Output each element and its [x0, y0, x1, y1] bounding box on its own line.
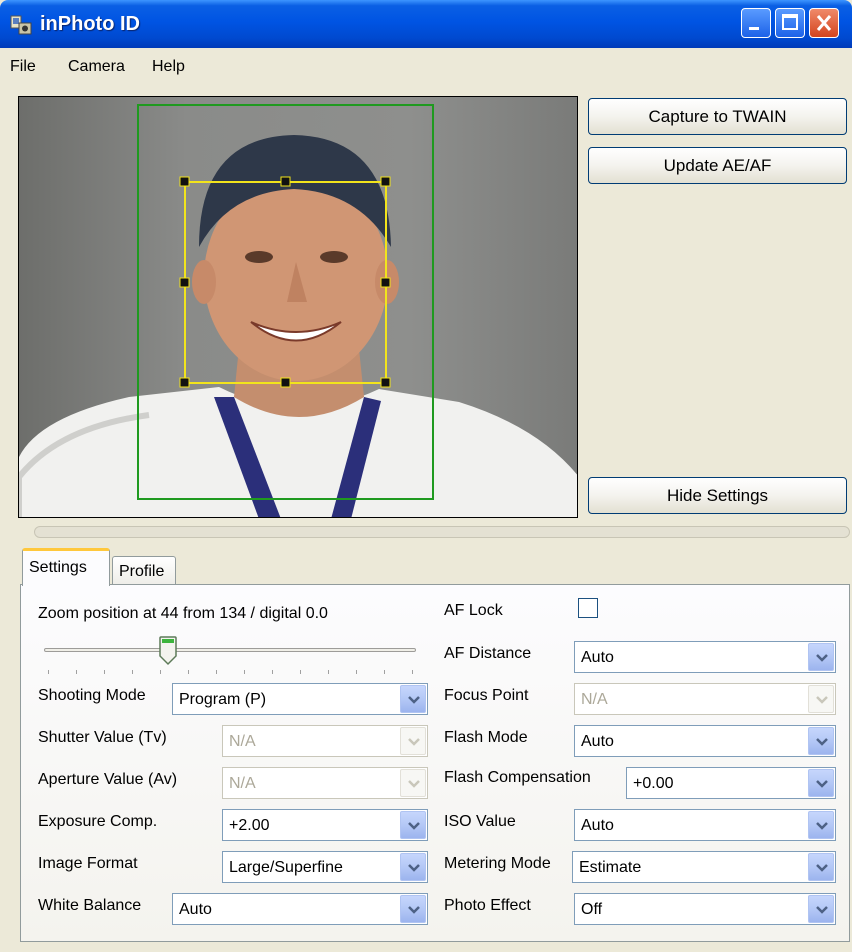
- af-lock-label: AF Lock: [444, 602, 503, 619]
- aperture-value-label: Aperture Value (Av): [38, 771, 178, 788]
- preview-image: [19, 104, 577, 517]
- menu-camera[interactable]: Camera: [68, 58, 125, 76]
- slider-tick: [244, 670, 245, 674]
- shooting-mode-label: Shooting Mode: [38, 687, 146, 704]
- focus-point-select[interactable]: N/A: [574, 683, 836, 715]
- slider-tick: [76, 670, 77, 674]
- image-format-select[interactable]: Large/Superfine: [222, 851, 428, 883]
- zoom-slider-track[interactable]: [44, 648, 416, 652]
- slider-tick: [328, 670, 329, 674]
- resize-handle[interactable]: [380, 377, 391, 388]
- focus-point-label: Focus Point: [444, 687, 529, 704]
- flash-compensation-select[interactable]: +0.00: [626, 767, 836, 799]
- chevron-down-icon: [808, 643, 834, 671]
- slider-tick: [48, 670, 49, 674]
- chevron-down-icon: [400, 727, 426, 755]
- chevron-down-icon: [400, 811, 426, 839]
- tab-settings[interactable]: Settings: [22, 548, 110, 586]
- zoom-slider-thumb[interactable]: [159, 636, 177, 671]
- resize-handle[interactable]: [179, 377, 190, 388]
- chevron-down-icon: [808, 811, 834, 839]
- camera-preview[interactable]: [18, 96, 578, 518]
- resize-handle[interactable]: [280, 176, 291, 187]
- resize-handle[interactable]: [179, 176, 190, 187]
- camera-app-icon: [10, 14, 32, 36]
- photo-effect-select[interactable]: Off: [574, 893, 836, 925]
- minimize-button[interactable]: [741, 8, 771, 38]
- flash-mode-select[interactable]: Auto: [574, 725, 836, 757]
- chevron-down-icon: [808, 727, 834, 755]
- menu-help[interactable]: Help: [152, 58, 185, 76]
- aperture-value-select[interactable]: N/A: [222, 767, 428, 799]
- slider-tick: [216, 670, 217, 674]
- af-lock-checkbox[interactable]: [578, 598, 598, 618]
- white-balance-label: White Balance: [38, 897, 142, 914]
- resize-handle[interactable]: [280, 377, 291, 388]
- af-distance-select[interactable]: Auto: [574, 641, 836, 673]
- white-balance-select[interactable]: Auto: [172, 893, 428, 925]
- chevron-down-icon: [808, 769, 834, 797]
- slider-tick: [188, 670, 189, 674]
- chevron-down-icon: [808, 853, 834, 881]
- slider-tick: [384, 670, 385, 674]
- image-format-label: Image Format: [38, 855, 138, 872]
- menu-bar: File Camera Help: [0, 48, 852, 86]
- minimize-icon: [749, 27, 759, 30]
- chevron-down-icon: [400, 853, 426, 881]
- title-bar[interactable]: inPhoto ID: [0, 0, 852, 48]
- iso-value-label: ISO Value: [444, 813, 516, 830]
- zoom-label: Zoom position at 44 from 134 / digital 0…: [38, 605, 328, 622]
- slider-tick: [300, 670, 301, 674]
- hide-settings-button[interactable]: Hide Settings: [588, 477, 847, 514]
- slider-tick: [104, 670, 105, 674]
- shooting-mode-select[interactable]: Program (P): [172, 683, 428, 715]
- shutter-value-label: Shutter Value (Tv): [38, 729, 167, 746]
- window-title: inPhoto ID: [40, 13, 140, 35]
- maximize-button[interactable]: [775, 8, 805, 38]
- splitter-bar[interactable]: [34, 526, 850, 538]
- resize-handle[interactable]: [380, 176, 391, 187]
- chevron-down-icon: [400, 769, 426, 797]
- chevron-down-icon: [400, 685, 426, 713]
- menu-file[interactable]: File: [10, 58, 36, 76]
- metering-mode-label: Metering Mode: [444, 855, 551, 872]
- exposure-comp-select[interactable]: +2.00: [222, 809, 428, 841]
- slider-tick: [132, 670, 133, 674]
- photo-effect-label: Photo Effect: [444, 897, 531, 914]
- iso-value-select[interactable]: Auto: [574, 809, 836, 841]
- exposure-comp-label: Exposure Comp.: [38, 813, 158, 830]
- chevron-down-icon: [808, 895, 834, 923]
- slider-tick: [356, 670, 357, 674]
- chevron-down-icon: [400, 895, 426, 923]
- flash-compensation-label: Flash Compensation: [444, 769, 591, 786]
- close-icon: [816, 15, 832, 31]
- maximize-icon: [782, 14, 798, 30]
- slider-tick: [272, 670, 273, 674]
- af-distance-label: AF Distance: [444, 645, 532, 662]
- update-ae-af-button[interactable]: Update AE/AF: [588, 147, 847, 184]
- slider-tick: [412, 670, 413, 674]
- chevron-down-icon: [808, 685, 834, 713]
- flash-mode-label: Flash Mode: [444, 729, 528, 746]
- capture-to-twain-button[interactable]: Capture to TWAIN: [588, 98, 847, 135]
- metering-mode-select[interactable]: Estimate: [572, 851, 836, 883]
- settings-panel: [20, 584, 850, 942]
- resize-handle[interactable]: [179, 277, 190, 288]
- resize-handle[interactable]: [380, 277, 391, 288]
- close-button[interactable]: [809, 8, 839, 38]
- shutter-value-select[interactable]: N/A: [222, 725, 428, 757]
